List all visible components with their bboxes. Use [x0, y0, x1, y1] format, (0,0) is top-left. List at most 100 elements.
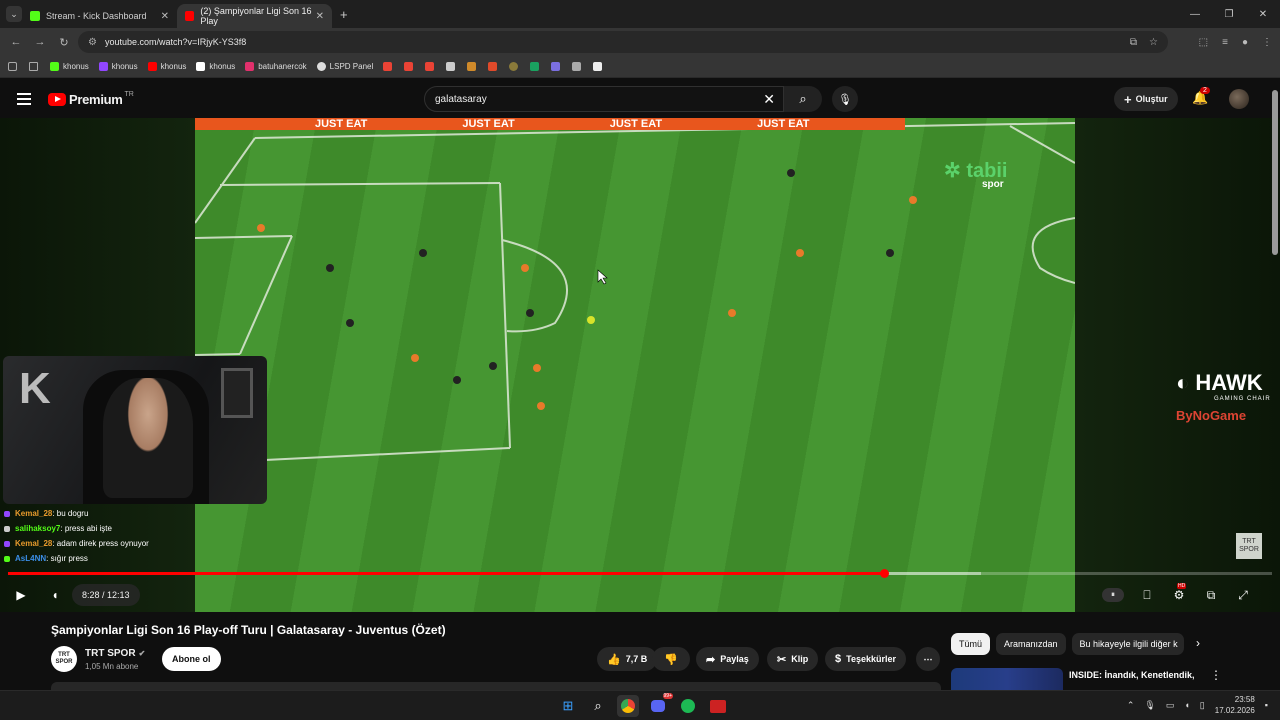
- fullscreen-icon: ⤢: [1238, 587, 1248, 602]
- bookmark-icon[interactable]: [572, 62, 582, 71]
- notification-center-icon[interactable]: ▪: [1265, 700, 1268, 710]
- recommendation-thumbnail[interactable]: [951, 668, 1063, 690]
- miniplayer-button[interactable]: ⧉: [1202, 586, 1220, 604]
- description-box[interactable]: [51, 682, 941, 690]
- channel-avatar[interactable]: TRT SPOR: [51, 646, 77, 672]
- bookmark-item[interactable]: khonus: [147, 62, 186, 71]
- battery-icon[interactable]: ▯: [1200, 700, 1205, 711]
- bookmark-item[interactable]: khonus: [98, 62, 138, 71]
- scissors-icon: ✂: [777, 653, 787, 666]
- chrome-icon[interactable]: [617, 695, 639, 717]
- scrubber-handle[interactable]: [879, 569, 889, 578]
- subscribe-button[interactable]: Abone ol: [162, 647, 221, 671]
- chevron-right-icon[interactable]: ›: [1196, 636, 1200, 650]
- progress-bar[interactable]: [8, 569, 1272, 578]
- spotify-icon[interactable]: [677, 695, 699, 717]
- video-player[interactable]: JUST EAT JUST EAT JUST EAT JUST EAT ✲ ta…: [0, 118, 1280, 612]
- gmail-icon[interactable]: [425, 62, 435, 71]
- browser-menu-icon[interactable]: ⋮: [1262, 37, 1272, 48]
- voice-search-button[interactable]: 🎙: [832, 86, 858, 112]
- dislike-button[interactable]: 👎: [652, 647, 690, 671]
- tab-kick-dashboard[interactable]: Stream - Kick Dashboard ✕: [22, 4, 177, 28]
- channel-name[interactable]: TRT SPOR ✔: [85, 648, 145, 659]
- tray-chevron-icon[interactable]: ⌃: [1127, 700, 1135, 711]
- close-window-icon[interactable]: ✕: [1246, 9, 1280, 20]
- bookmark-star-icon[interactable]: ☆: [1149, 37, 1158, 48]
- bookmark-item[interactable]: batuhanercok: [245, 62, 307, 71]
- notes-icon[interactable]: [446, 62, 456, 71]
- bookmark-item[interactable]: khonus: [196, 62, 235, 71]
- new-tab-icon[interactable]: +: [340, 7, 348, 22]
- chip-from-search[interactable]: Aramanızdan: [996, 633, 1066, 655]
- account-avatar[interactable]: [1229, 89, 1249, 109]
- restore-icon[interactable]: ❐: [1212, 9, 1246, 20]
- region-code: TR: [124, 91, 134, 98]
- media-icon[interactable]: ≡: [1222, 37, 1228, 48]
- bookmark-icon[interactable]: [509, 62, 519, 71]
- bookmark-item[interactable]: LSPD Panel: [316, 62, 373, 71]
- more-vert-icon[interactable]: ⋮: [1210, 668, 1222, 682]
- subtitles-button[interactable]: ⎕: [1138, 586, 1156, 604]
- bookmark-icon[interactable]: [488, 62, 498, 71]
- notifications-button[interactable]: 🔔 2: [1192, 87, 1210, 106]
- close-tab-icon[interactable]: ✕: [316, 11, 324, 22]
- app-icon[interactable]: [707, 695, 729, 717]
- volume-button[interactable]: ◖: [46, 586, 64, 604]
- play-button[interactable]: ▶: [12, 586, 30, 604]
- create-button[interactable]: + Oluştur: [1114, 87, 1178, 111]
- chat-message: salihaksoy7 : press abi işte: [4, 521, 149, 536]
- tab-search-icon[interactable]: ⌄: [6, 6, 22, 22]
- search-button[interactable]: ⌕: [784, 86, 822, 112]
- gmail-icon[interactable]: [404, 62, 414, 71]
- discord-icon[interactable]: 99+: [647, 693, 673, 717]
- network-icon[interactable]: ▭: [1166, 700, 1175, 711]
- start-icon[interactable]: ⊞: [557, 695, 579, 717]
- tab-youtube-video[interactable]: (2) Şampiyonlar Ligi Son 16 Play ✕: [177, 4, 332, 28]
- profile-icon[interactable]: ●: [1242, 37, 1248, 48]
- channel-watermark[interactable]: TRT SPOR: [1236, 533, 1262, 559]
- more-actions-button[interactable]: ⋯: [916, 647, 940, 671]
- sheets-icon[interactable]: [530, 62, 540, 71]
- clip-button[interactable]: ✂ Klip: [767, 647, 819, 671]
- autoplay-toggle[interactable]: ⏸: [1102, 588, 1124, 602]
- back-icon[interactable]: ←: [4, 36, 28, 48]
- address-bar[interactable]: ⚙ youtube.com/watch?v=IRjyK-YS3f8 ⧉ ☆: [78, 31, 1168, 53]
- extensions-icon[interactable]: ⬚: [1199, 37, 1208, 48]
- bookmark-icon[interactable]: [551, 62, 561, 71]
- folder-icon[interactable]: [29, 62, 38, 71]
- gmail-icon[interactable]: [383, 62, 393, 71]
- search-icon[interactable]: ⌕: [587, 695, 609, 717]
- url-text: youtube.com/watch?v=IRjyK-YS3f8: [104, 37, 247, 47]
- settings-button[interactable]: ⚙ HD: [1170, 583, 1188, 604]
- youtube-logo[interactable]: Premium TR: [48, 91, 134, 107]
- clock[interactable]: 23:58 17.02.2026: [1215, 694, 1255, 716]
- apps-grid-icon[interactable]: [8, 62, 17, 71]
- search-input[interactable]: galatasaray ✕: [424, 86, 784, 112]
- menu-icon[interactable]: [17, 93, 31, 105]
- minimize-icon[interactable]: —: [1178, 9, 1212, 20]
- reload-icon[interactable]: ↻: [52, 36, 76, 49]
- bookmark-item[interactable]: khonus: [50, 62, 89, 71]
- system-tray: ⌃ 🎙 ▭ ◖ ▯ 23:58 17.02.2026 ▪: [1127, 694, 1268, 716]
- fullscreen-button[interactable]: ⤢: [1234, 586, 1252, 604]
- search-value: galatasaray: [435, 93, 487, 105]
- page-scrollbar[interactable]: [1272, 90, 1278, 255]
- bookmark-icon[interactable]: [467, 62, 477, 71]
- chip-related[interactable]: Bu hikayeyle ilgili diğer k: [1071, 633, 1184, 655]
- mic-icon[interactable]: 🎙: [1144, 700, 1155, 711]
- cast-icon[interactable]: ⧉: [1130, 37, 1137, 48]
- search-icon: ⌕: [799, 91, 807, 106]
- volume-icon[interactable]: ◖: [1184, 700, 1189, 710]
- clear-search-icon[interactable]: ✕: [763, 91, 775, 108]
- volume-icon: ◖: [51, 588, 59, 602]
- close-tab-icon[interactable]: ✕: [161, 11, 169, 22]
- bookmark-icon[interactable]: [593, 62, 603, 71]
- thanks-button[interactable]: $ Teşekkürler: [825, 647, 906, 671]
- chip-all[interactable]: Tümü: [951, 633, 991, 655]
- forward-icon[interactable]: →: [28, 36, 52, 48]
- lspd-icon: [316, 62, 326, 71]
- recommendation-title[interactable]: INSIDE: İnandık, Kenetlendik, Birlikte K…: [1069, 669, 1199, 681]
- like-button[interactable]: 👍 7,7 B: [597, 647, 658, 671]
- site-info-icon[interactable]: ⚙: [88, 37, 97, 48]
- share-button[interactable]: ➦ Paylaş: [696, 647, 759, 671]
